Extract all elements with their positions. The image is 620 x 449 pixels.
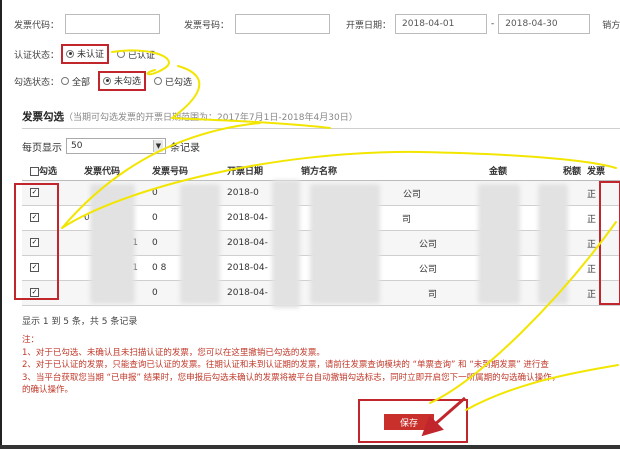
window-bottom-edge: [0, 445, 620, 449]
redaction-blur: [478, 184, 520, 304]
status-column-highlight: [599, 181, 620, 305]
check-radio-all[interactable]: 全部: [61, 75, 90, 88]
header-invoice-date: 开票日期: [227, 166, 264, 177]
table-header: 勾选 发票代码 发票号码 开票日期 销方名称 金额 税额 发票: [22, 160, 620, 181]
invoice-number-label: 发票号码：: [184, 20, 230, 31]
header-invoice-code: 发票代码: [84, 166, 121, 177]
header-amount: 金额: [488, 166, 507, 177]
note-item: 2、对于已认证的发票，只能查询已认证的发票。往期认证和未到认证期的发票，请前往发…: [22, 360, 549, 370]
date-separator: -: [491, 19, 495, 29]
check-status-label: 勾选状态：: [14, 77, 60, 88]
date-to-input[interactable]: [498, 14, 591, 34]
auth-radio-verified[interactable]: 已认证: [117, 48, 155, 61]
checkbox-column-highlight: [14, 183, 59, 300]
window-left-edge: [0, 0, 2, 449]
notes-title: 注：: [22, 335, 40, 345]
invoice-code-label: 发票代码：: [14, 20, 60, 31]
redaction-blur: [310, 184, 380, 304]
invoice-date-label: 开票日期：: [346, 20, 392, 31]
header-invoice-number: 发票号码: [152, 166, 189, 177]
select-all-checkbox[interactable]: [30, 166, 39, 176]
auth-radio-unverified[interactable]: 未认证: [66, 47, 104, 60]
note-item: 1、对于已勾选、未确认且未扫描认证的发票，您可以在这里撤销已勾选的发票。: [22, 347, 325, 358]
section-divider: [22, 128, 620, 129]
date-from-input[interactable]: [395, 14, 488, 34]
note-item: 3、当平台获取您当期 “已申报” 结果时，您申报后勾选未确认的发票将被平台自动撤…: [22, 372, 561, 383]
check-unchecked-highlight: 未勾选: [98, 71, 147, 91]
auth-status-label: 认证状态：: [14, 50, 60, 61]
seller-tax-label: 销方税号: [602, 20, 620, 31]
header-seller-name: 销方名称: [301, 166, 338, 177]
header-tax: 税额: [562, 166, 581, 177]
auth-unverified-highlight: 未认证: [61, 44, 110, 64]
check-status-row: 勾选状态： 全部 未勾选 已勾选: [12, 70, 200, 92]
redaction-blur: [538, 184, 568, 304]
header-status: 发票: [587, 166, 606, 177]
note-item: 的确认操作。: [22, 385, 74, 395]
radio-dot-icon: [61, 77, 70, 85]
radio-dot-icon: [117, 50, 126, 58]
page-size-select[interactable]: 50 ▼: [66, 138, 166, 154]
page-size-prefix: 每页显示: [22, 142, 62, 154]
check-radio-unchecked[interactable]: 未勾选: [103, 74, 141, 87]
table-summary: 显示 1 到 5 条，共 5 条记录: [22, 317, 138, 327]
redaction-blur: [90, 184, 135, 304]
filter-row-codes: 发票代码： 发票号码： 开票日期： - 销方税号: [12, 13, 620, 35]
page-size-control: 每页显示 50 ▼ 条记录: [22, 138, 200, 154]
save-button[interactable]: 保存: [384, 414, 434, 430]
page-size-suffix: 条记录: [170, 142, 200, 154]
section-hint: （当期可勾选发票的开票日期范围为：2017年7月1日-2018年4月30日）: [64, 113, 358, 123]
header-select: 勾选: [22, 164, 72, 177]
auth-status-row: 认证状态： 未认证 已认证: [12, 43, 163, 65]
radio-dot-icon: [154, 77, 163, 85]
chevron-down-icon: ▼: [153, 140, 163, 152]
section-title: 发票勾选（当期可勾选发票的开票日期范围为：2017年7月1日-2018年4月30…: [22, 111, 358, 123]
redaction-blur: [180, 184, 220, 304]
invoice-number-input[interactable]: [235, 14, 331, 34]
notes-block: 注： 1、对于已勾选、未确认且未扫描认证的发票，您可以在这里撤销已勾选的发票。 …: [22, 334, 620, 397]
redaction-blur: [272, 180, 300, 308]
radio-dot-icon: [66, 49, 75, 58]
invoice-code-input[interactable]: [65, 14, 161, 34]
check-radio-checked[interactable]: 已勾选: [154, 75, 192, 88]
radio-dot-icon: [103, 76, 112, 85]
